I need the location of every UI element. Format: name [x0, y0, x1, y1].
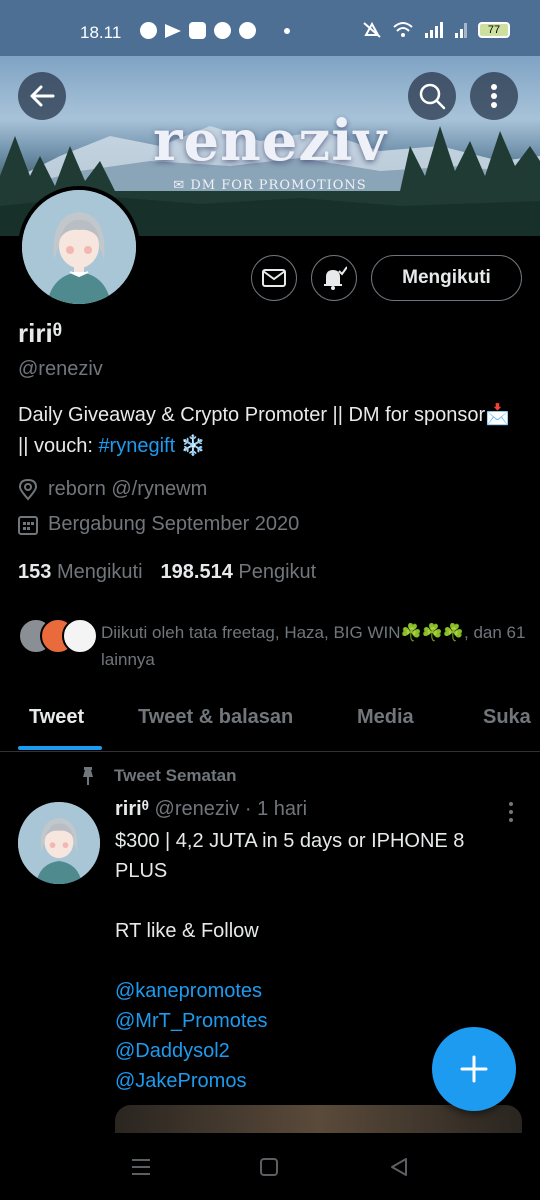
following-count: 153: [18, 561, 52, 583]
line-app-icon: [140, 22, 157, 39]
back-button[interactable]: [18, 72, 66, 120]
tab-likes[interactable]: Suka: [483, 706, 531, 729]
pinned-label: Tweet Sematan: [80, 766, 237, 786]
joined-text: Bergabung September 2020: [48, 513, 300, 535]
bio-hashtag-link[interactable]: #rynegift: [98, 435, 175, 457]
followed-by-text[interactable]: Diikuti oleh tata freetag, Haza, BIG WIN…: [101, 619, 531, 673]
profile-handle: @reneziv: [18, 358, 103, 380]
tweet-author-name[interactable]: ririᶿ: [115, 798, 149, 820]
status-time: 18.11: [80, 23, 122, 42]
calendar-icon: [18, 515, 38, 535]
home-icon[interactable]: [259, 1157, 279, 1177]
back-arrow-icon: [30, 85, 55, 107]
wifi-icon: [393, 22, 413, 37]
tab-tweet[interactable]: Tweet: [29, 706, 84, 729]
bio-suffix: ❄️: [175, 435, 206, 457]
instagram-icon: [189, 22, 206, 39]
tweet-time: · 1 hari: [239, 798, 308, 820]
profile-location: reborn @/rynewm: [18, 478, 207, 501]
signal-icon: [425, 22, 443, 38]
following-label: Mengikuti: [56, 561, 143, 583]
tweet-more-icon[interactable]: [505, 800, 517, 824]
tweet-blank-line: [115, 946, 515, 976]
status-bar: 18.11 77: [0, 0, 540, 56]
follower-avatar: [62, 618, 98, 654]
followers-label: Pengikut: [238, 561, 317, 583]
bio-text: Daily Giveaway & Crypto Promoter || DM f…: [18, 404, 511, 457]
back-nav-icon[interactable]: [389, 1157, 409, 1177]
following-stat[interactable]: 153 Mengikuti: [18, 561, 143, 584]
tweet-line: RT like & Follow: [115, 920, 259, 942]
more-vertical-icon: [491, 84, 497, 108]
telegram-icon: [165, 23, 181, 38]
system-nav-bar: [0, 1133, 540, 1200]
mention-link[interactable]: @kanepromotes: [115, 976, 515, 1006]
mute-icon: [363, 21, 381, 38]
banner-title: reneziv: [152, 108, 388, 174]
tweet-line: $300 | 4,2 JUTA in 5 days or IPHONE 8 PL…: [115, 830, 465, 882]
avatar: [22, 190, 136, 304]
tweet-author-avatar[interactable]: [18, 802, 100, 884]
music-app-icon: [214, 22, 231, 39]
compose-tweet-button[interactable]: [432, 1027, 516, 1111]
tab-tweet-replies[interactable]: Tweet & balasan: [138, 706, 293, 729]
search-button[interactable]: [408, 72, 456, 120]
profile-name: ririᶿ: [18, 318, 63, 348]
facebook-icon: [239, 22, 256, 39]
envelope-icon: [262, 269, 286, 287]
following-button[interactable]: Mengikuti: [371, 255, 522, 301]
notifications-button[interactable]: [311, 255, 357, 301]
pin-icon: [83, 767, 93, 785]
followers-count: 198.514: [160, 561, 233, 583]
pinned-text: Tweet Sematan: [114, 766, 237, 785]
more-options-button[interactable]: [470, 72, 518, 120]
followed-by-avatars[interactable]: [18, 618, 98, 654]
recent-apps-icon[interactable]: [130, 1157, 152, 1177]
system-icons: 77: [362, 21, 510, 39]
profile-stats: 153 Mengikuti 198.514 Pengikut: [18, 561, 316, 584]
signal-2-icon: [455, 23, 467, 38]
avatar-illustration: [22, 190, 136, 304]
tweet-blank-line: [115, 886, 515, 916]
tab-media[interactable]: Media: [357, 706, 414, 729]
search-icon: [419, 83, 446, 110]
tweet-author-handle[interactable]: @reneziv: [155, 798, 240, 820]
location-text: reborn @/rynewm: [48, 478, 208, 500]
profile-joined: Bergabung September 2020: [18, 513, 299, 536]
plus-icon: [460, 1055, 488, 1083]
profile-tabs: Tweet Tweet & balasan Media Suka: [0, 690, 540, 752]
followers-stat[interactable]: 198.514 Pengikut: [161, 561, 317, 584]
bell-check-icon: [324, 266, 347, 290]
tweet-header: ririᶿ @reneziv · 1 hari: [115, 798, 307, 821]
profile-avatar[interactable]: [18, 186, 140, 308]
more-notifications-dot: [284, 27, 290, 34]
profile-bio: Daily Giveaway & Crypto Promoter || DM f…: [18, 400, 518, 462]
active-tab-indicator: [18, 746, 102, 750]
message-button[interactable]: [251, 255, 297, 301]
avatar-illustration: [18, 802, 100, 884]
notification-icons: [140, 22, 290, 39]
location-pin-icon: [18, 478, 38, 501]
battery-icon: 77: [478, 22, 510, 38]
